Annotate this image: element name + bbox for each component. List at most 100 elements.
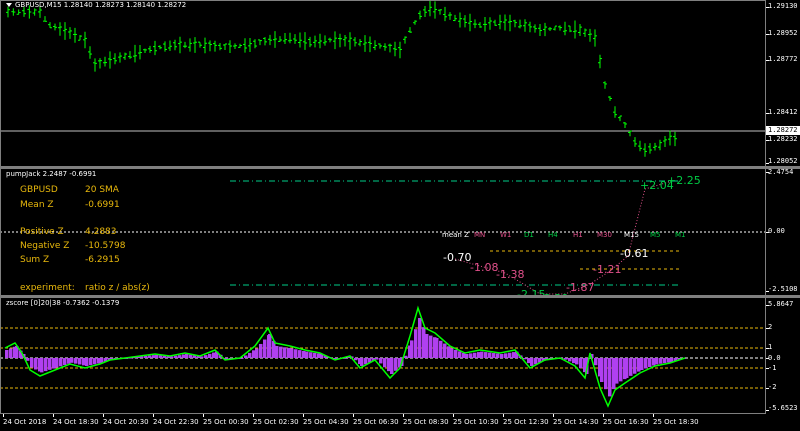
- time-tick: [553, 414, 554, 417]
- timeframe-label-d1: D1: [524, 231, 534, 239]
- zscore-histogram-bar: [575, 358, 579, 365]
- zscore-histogram-bar: [212, 352, 216, 358]
- zscore-histogram-bar: [26, 358, 30, 361]
- pumpjack-pane[interactable]: pumpJack 2.2487 -0.6991 GBPUSD 20 SMA Me…: [0, 169, 766, 295]
- zscore-histogram-bar: [283, 347, 287, 358]
- zscore-histogram-bar: [364, 358, 368, 365]
- info-value: 20 SMA: [85, 185, 119, 195]
- z-value-label: -1.21: [593, 263, 622, 276]
- time-label: 25 Oct 10:30: [453, 418, 499, 426]
- axis-label: 2.4754: [768, 168, 794, 176]
- dropdown-arrow-icon[interactable]: [6, 3, 12, 7]
- axis-label: -2.5108: [768, 285, 798, 293]
- zscore-histogram-bar: [30, 358, 34, 368]
- zscore-histogram-bar: [477, 352, 481, 358]
- zscore-histogram-bar: [435, 338, 439, 358]
- z-value-label: -0.61: [620, 247, 649, 260]
- price-label: 1.28952: [768, 29, 798, 37]
- info-value: 4.2883: [85, 227, 117, 237]
- zscore-axis[interactable]: 5.8647 2 1 0.0 -1 -2 -5.6523: [766, 298, 800, 414]
- zscore-histogram-bar: [659, 358, 663, 364]
- zscore-histogram-bar: [484, 352, 488, 358]
- zscore-histogram-bar: [244, 355, 248, 358]
- price-bars: [0, 0, 766, 157]
- zscore-histogram-bar: [496, 353, 500, 358]
- timeframe-label-w1: W1: [500, 231, 512, 239]
- time-tick: [53, 414, 54, 417]
- zscore-histogram-bar: [144, 355, 148, 358]
- main-chart-pane[interactable]: GBPUSD,M15 1.28140 1.28273 1.28140 1.282…: [0, 0, 766, 166]
- timeframe-label-m5: M5: [650, 231, 661, 239]
- zscore-histogram-bar: [512, 352, 516, 358]
- zscore-histogram-bar: [148, 355, 152, 358]
- time-tick: [603, 414, 604, 417]
- z-value-label: -1.38: [496, 268, 525, 281]
- time-label: 24 Oct 20:30: [103, 418, 149, 426]
- zscore-histogram-bar: [469, 353, 473, 358]
- zscore-histogram-bar: [454, 349, 458, 358]
- time-axis[interactable]: 24 Oct 2018 24 Oct 18:30 24 Oct 20:30 24 Oc…: [0, 414, 800, 431]
- time-label: 25 Oct 16:30: [603, 418, 649, 426]
- zscore-histogram-bar: [9, 348, 13, 358]
- time-tick: [403, 414, 404, 417]
- pumpjack-axis[interactable]: 2.4754 0.00 -2.5108: [766, 168, 800, 295]
- zscore-plot: [0, 305, 766, 408]
- zscore-histogram-bar: [633, 358, 637, 374]
- time-label: 25 Oct 12:30: [503, 418, 549, 426]
- zscore-histogram-bar: [287, 347, 291, 358]
- zscore-histogram-bar: [568, 358, 572, 362]
- zscore-histogram-bar: [640, 358, 644, 370]
- zscore-histogram-bar: [488, 352, 492, 358]
- zscore-histogram-bar: [394, 358, 398, 371]
- zscore-histogram-bar: [375, 358, 379, 360]
- time-tick: [453, 414, 454, 417]
- axis-label: 2: [768, 323, 773, 331]
- zscore-histogram-bar: [252, 350, 256, 358]
- zscore-pane[interactable]: zscore [0]20|38 -0.7362 -0.1379: [0, 298, 766, 414]
- info-label: experiment:: [20, 283, 75, 293]
- zscore-histogram-bar: [255, 348, 259, 358]
- info-value: -6.2915: [85, 255, 120, 265]
- zscore-histogram-bar: [530, 358, 534, 366]
- zscore-histogram-bar: [648, 358, 652, 368]
- time-label: 25 Oct 00:30: [203, 418, 249, 426]
- zscore-histogram-bar: [480, 351, 484, 358]
- z-connector-line: [454, 180, 673, 295]
- price-label: 1.29130: [768, 2, 798, 10]
- zscore-histogram-bar: [317, 353, 321, 358]
- price-label: 1.28412: [768, 108, 798, 116]
- zscore-histogram-bar: [305, 351, 309, 358]
- zscore-histogram-bar: [360, 358, 364, 366]
- zscore-histogram-bar: [379, 358, 383, 364]
- zscore-histogram-bar: [97, 358, 101, 364]
- zscore-histogram-bar: [439, 340, 443, 358]
- zscore-histogram-bar: [268, 334, 272, 358]
- time-label: 24 Oct 18:30: [53, 418, 99, 426]
- axis-label: -5.6523: [768, 404, 798, 412]
- axis-label: -2: [768, 383, 777, 391]
- time-tick: [503, 414, 504, 417]
- zscore-histogram-bar: [309, 352, 313, 358]
- zscore-histogram-bar: [500, 354, 504, 358]
- axis-label: 0.00: [768, 227, 785, 235]
- time-label: 25 Oct 08:30: [403, 418, 449, 426]
- zscore-histogram-bar: [275, 346, 279, 358]
- zscore-histogram-bar: [290, 348, 294, 358]
- zscore-histogram-bar: [422, 327, 426, 358]
- axis-label: 0.0: [768, 354, 781, 362]
- time-tick: [103, 414, 104, 417]
- zscore-histogram-bar: [70, 358, 74, 363]
- zscore-histogram-bar: [259, 343, 263, 358]
- time-label: 25 Oct 18:30: [653, 418, 699, 426]
- zscore-histogram-bar: [48, 358, 52, 370]
- zscore-histogram-bar: [608, 358, 612, 397]
- zscore-histogram-bar: [294, 349, 298, 358]
- time-label: 25 Oct 02:30: [253, 418, 299, 426]
- zscore-histogram-bar: [429, 335, 433, 358]
- pumpjack-title: pumpJack 2.2487 -0.6991: [6, 170, 97, 178]
- zscore-histogram-bar: [594, 358, 598, 366]
- zscore-histogram-bar: [443, 343, 447, 358]
- price-axis[interactable]: 1.29130 1.28952 1.28772 1.28412 1.28232 …: [766, 0, 800, 166]
- zscore-histogram-bar: [404, 355, 408, 358]
- zscore-histogram-bar: [652, 358, 656, 366]
